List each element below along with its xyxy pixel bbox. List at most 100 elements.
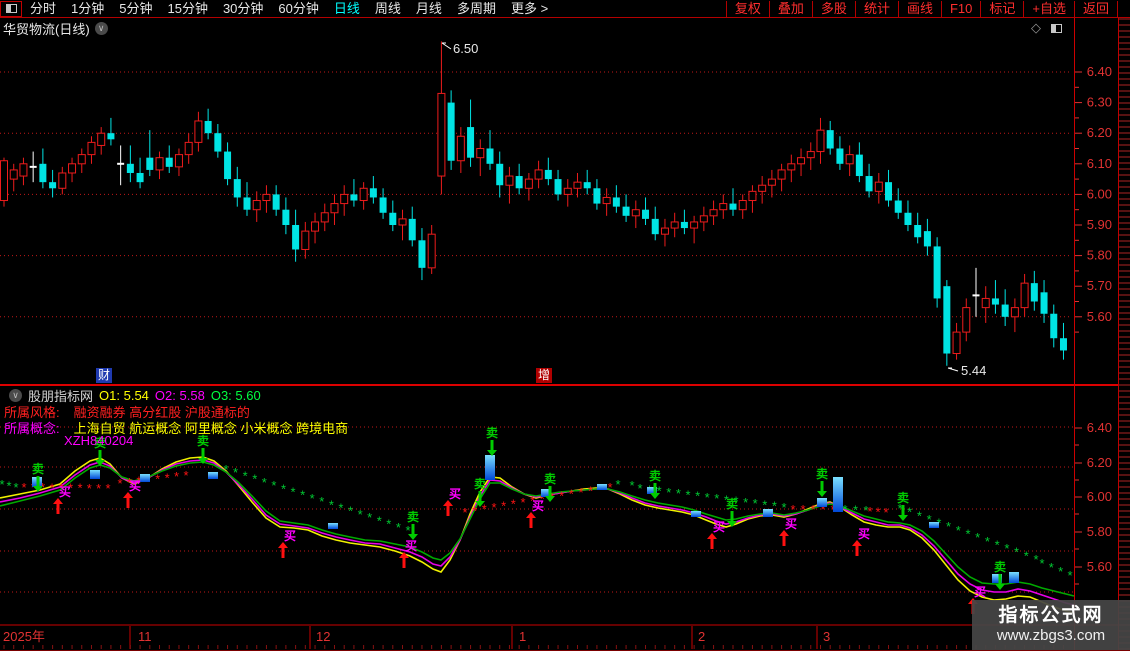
candlestick: [107, 133, 115, 140]
candlestick: [904, 212, 912, 225]
split-pane-icon: [5, 4, 17, 13]
candlestick: [962, 307, 971, 333]
period-tab[interactable]: 分时: [30, 1, 56, 17]
candlestick: [642, 209, 650, 219]
signal-bar: [763, 509, 773, 517]
trend-star: *: [714, 491, 719, 506]
toolbar-button[interactable]: 返回: [1073, 0, 1118, 17]
trend-star: *: [1004, 541, 1009, 556]
chart-flag-badge[interactable]: 财: [96, 368, 113, 383]
candlestick: [505, 175, 514, 186]
trend-star: *: [842, 502, 847, 517]
candlestick: [243, 197, 251, 210]
price-axis-label: 6.20: [1087, 125, 1112, 140]
trend-star: *: [174, 469, 179, 484]
toolbar-button[interactable]: 统计: [854, 0, 898, 17]
price-axis-label: 6.30: [1087, 95, 1112, 110]
concept-label: 所属概念:: [4, 421, 60, 436]
period-tab[interactable]: 更多 >: [511, 1, 548, 17]
candlestick: [943, 286, 951, 354]
trend-star: *: [377, 513, 382, 528]
svg-text:买: 买: [449, 487, 461, 501]
svg-text:买: 买: [974, 585, 986, 599]
trend-star: *: [310, 491, 315, 506]
buy-signal-marker: 买: [526, 499, 544, 528]
price-axis-label: 5.60: [1087, 309, 1112, 324]
trend-star: *: [685, 487, 690, 502]
toolbar-button[interactable]: 标记: [980, 0, 1023, 17]
split-pane-icon[interactable]: [1051, 23, 1062, 33]
x-axis-year-label: 2025年: [3, 629, 45, 644]
watermark-url: www.zbgs3.com: [996, 627, 1106, 644]
period-tab[interactable]: 月线: [416, 1, 442, 17]
candlestick: [19, 163, 28, 177]
candlestick: [49, 182, 57, 189]
candlestick: [146, 157, 154, 170]
toolbar-button[interactable]: 画线: [897, 0, 941, 17]
trend-star: *: [629, 478, 634, 493]
toolbar-button[interactable]: 复权: [725, 0, 769, 17]
trend-star: *: [995, 537, 1000, 552]
chart-flag-badge[interactable]: 增: [536, 368, 553, 383]
diamond-icon[interactable]: ◇: [1031, 20, 1041, 36]
candlestick: [301, 230, 310, 250]
candlestick: [496, 163, 504, 186]
chart-canvas[interactable]: 6.40 6.30 6.20 6.10 6.00 5.90 5.80 5.70 5.60 6.40…: [0, 0, 1130, 650]
candlestick: [427, 233, 436, 269]
trend-star: *: [705, 490, 710, 505]
candlestick: [981, 297, 990, 309]
trend-star: *: [243, 468, 248, 483]
toolbar-button[interactable]: +自选: [1023, 0, 1074, 17]
trend-star: *: [96, 481, 101, 496]
trend-star: *: [367, 510, 372, 525]
trend-star: *: [676, 486, 681, 501]
period-tab[interactable]: 1分钟: [71, 1, 104, 17]
trend-star: *: [300, 488, 305, 503]
trend-star: *: [511, 497, 516, 512]
candlestick: [1010, 307, 1019, 318]
candlestick: [214, 133, 222, 152]
right-panel-edge: [1118, 0, 1130, 650]
stock-concept-row: 所属概念: 上海自贸 航运概念 阿里概念 小米概念 跨境电商: [4, 418, 348, 437]
signal-bar: [140, 474, 150, 482]
candlestick: [272, 194, 280, 210]
signal-bar: [817, 498, 827, 507]
trend-star: *: [956, 523, 961, 538]
toolbar-button[interactable]: F10: [940, 0, 980, 17]
candlestick: [729, 203, 737, 210]
stock-title: 华贸物流(日线): [3, 21, 90, 37]
candlestick: [894, 200, 902, 213]
trend-star: *: [338, 501, 343, 516]
period-tab[interactable]: 60分钟: [278, 1, 318, 17]
period-tab[interactable]: 5分钟: [119, 1, 152, 17]
split-window-button[interactable]: [0, 0, 22, 17]
candlestick: [524, 178, 533, 189]
svg-text:卖: 卖: [726, 496, 738, 511]
candlestick: [155, 157, 164, 171]
period-tab[interactable]: 周线: [375, 1, 401, 17]
candlestick: [467, 127, 475, 158]
price-axis-label: 6.00: [1087, 186, 1112, 201]
candlestick: [252, 200, 261, 211]
candlestick: [1030, 283, 1038, 302]
chevron-down-icon[interactable]: ∨: [94, 21, 108, 35]
candlestick: [680, 221, 688, 229]
trend-star: *: [917, 508, 922, 523]
toolbar-button[interactable]: 多股: [811, 0, 855, 17]
candlestick: [282, 209, 290, 225]
toolbar-button[interactable]: 叠加: [768, 0, 812, 17]
period-tab[interactable]: 日线: [334, 1, 360, 17]
period-tab[interactable]: 15分钟: [167, 1, 207, 17]
candlestick: [184, 141, 193, 156]
x-axis-month-label: 12: [316, 629, 330, 644]
candlestick: [836, 148, 844, 164]
indicator-code-row: XZH840204: [64, 433, 133, 448]
chevron-down-icon[interactable]: ∨: [9, 389, 22, 402]
period-tab[interactable]: 多周期: [457, 1, 496, 17]
candlestick: [563, 187, 572, 195]
trend-star: *: [569, 487, 574, 502]
svg-text:卖: 卖: [474, 476, 486, 491]
period-tab[interactable]: 30分钟: [223, 1, 263, 17]
trend-star: *: [77, 481, 82, 496]
trend-star: *: [1049, 560, 1054, 575]
